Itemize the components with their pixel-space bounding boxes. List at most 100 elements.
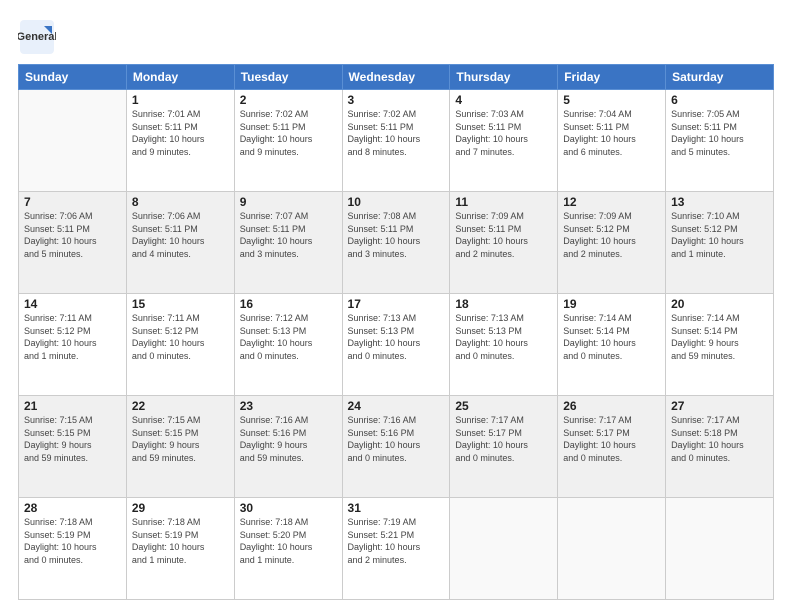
page: General SundayMondayTuesdayWednesdayThur… — [0, 0, 792, 612]
day-info: Sunrise: 7:06 AM Sunset: 5:11 PM Dayligh… — [24, 210, 121, 260]
day-info: Sunrise: 7:17 AM Sunset: 5:17 PM Dayligh… — [455, 414, 552, 464]
day-info: Sunrise: 7:08 AM Sunset: 5:11 PM Dayligh… — [348, 210, 445, 260]
day-number: 2 — [240, 93, 337, 107]
day-number: 3 — [348, 93, 445, 107]
calendar-cell: 29Sunrise: 7:18 AM Sunset: 5:19 PM Dayli… — [126, 498, 234, 600]
day-number: 27 — [671, 399, 768, 413]
calendar-cell: 18Sunrise: 7:13 AM Sunset: 5:13 PM Dayli… — [450, 294, 558, 396]
day-info: Sunrise: 7:11 AM Sunset: 5:12 PM Dayligh… — [24, 312, 121, 362]
column-header-thursday: Thursday — [450, 65, 558, 90]
day-info: Sunrise: 7:19 AM Sunset: 5:21 PM Dayligh… — [348, 516, 445, 566]
column-header-friday: Friday — [558, 65, 666, 90]
column-header-wednesday: Wednesday — [342, 65, 450, 90]
calendar-cell: 19Sunrise: 7:14 AM Sunset: 5:14 PM Dayli… — [558, 294, 666, 396]
day-number: 9 — [240, 195, 337, 209]
day-info: Sunrise: 7:03 AM Sunset: 5:11 PM Dayligh… — [455, 108, 552, 158]
logo-icon: General — [18, 18, 56, 56]
column-header-saturday: Saturday — [666, 65, 774, 90]
calendar-cell: 30Sunrise: 7:18 AM Sunset: 5:20 PM Dayli… — [234, 498, 342, 600]
day-info: Sunrise: 7:17 AM Sunset: 5:18 PM Dayligh… — [671, 414, 768, 464]
calendar-cell: 9Sunrise: 7:07 AM Sunset: 5:11 PM Daylig… — [234, 192, 342, 294]
calendar-cell: 7Sunrise: 7:06 AM Sunset: 5:11 PM Daylig… — [19, 192, 127, 294]
calendar-cell: 1Sunrise: 7:01 AM Sunset: 5:11 PM Daylig… — [126, 90, 234, 192]
day-number: 22 — [132, 399, 229, 413]
day-number: 11 — [455, 195, 552, 209]
calendar-cell: 14Sunrise: 7:11 AM Sunset: 5:12 PM Dayli… — [19, 294, 127, 396]
day-info: Sunrise: 7:09 AM Sunset: 5:12 PM Dayligh… — [563, 210, 660, 260]
day-info: Sunrise: 7:14 AM Sunset: 5:14 PM Dayligh… — [563, 312, 660, 362]
day-number: 18 — [455, 297, 552, 311]
calendar-cell: 12Sunrise: 7:09 AM Sunset: 5:12 PM Dayli… — [558, 192, 666, 294]
day-number: 30 — [240, 501, 337, 515]
day-number: 21 — [24, 399, 121, 413]
calendar-cell: 2Sunrise: 7:02 AM Sunset: 5:11 PM Daylig… — [234, 90, 342, 192]
calendar-cell: 17Sunrise: 7:13 AM Sunset: 5:13 PM Dayli… — [342, 294, 450, 396]
day-number: 31 — [348, 501, 445, 515]
calendar-cell: 16Sunrise: 7:12 AM Sunset: 5:13 PM Dayli… — [234, 294, 342, 396]
day-number: 10 — [348, 195, 445, 209]
day-number: 29 — [132, 501, 229, 515]
day-info: Sunrise: 7:02 AM Sunset: 5:11 PM Dayligh… — [240, 108, 337, 158]
day-number: 5 — [563, 93, 660, 107]
day-info: Sunrise: 7:16 AM Sunset: 5:16 PM Dayligh… — [348, 414, 445, 464]
calendar-cell: 5Sunrise: 7:04 AM Sunset: 5:11 PM Daylig… — [558, 90, 666, 192]
calendar-cell: 15Sunrise: 7:11 AM Sunset: 5:12 PM Dayli… — [126, 294, 234, 396]
day-number: 13 — [671, 195, 768, 209]
header: General — [18, 18, 774, 56]
day-number: 28 — [24, 501, 121, 515]
day-info: Sunrise: 7:15 AM Sunset: 5:15 PM Dayligh… — [132, 414, 229, 464]
calendar-cell: 6Sunrise: 7:05 AM Sunset: 5:11 PM Daylig… — [666, 90, 774, 192]
day-info: Sunrise: 7:12 AM Sunset: 5:13 PM Dayligh… — [240, 312, 337, 362]
calendar-cell: 4Sunrise: 7:03 AM Sunset: 5:11 PM Daylig… — [450, 90, 558, 192]
day-info: Sunrise: 7:14 AM Sunset: 5:14 PM Dayligh… — [671, 312, 768, 362]
day-number: 4 — [455, 93, 552, 107]
day-info: Sunrise: 7:13 AM Sunset: 5:13 PM Dayligh… — [348, 312, 445, 362]
day-number: 12 — [563, 195, 660, 209]
day-info: Sunrise: 7:13 AM Sunset: 5:13 PM Dayligh… — [455, 312, 552, 362]
day-info: Sunrise: 7:18 AM Sunset: 5:20 PM Dayligh… — [240, 516, 337, 566]
calendar-cell — [558, 498, 666, 600]
day-number: 1 — [132, 93, 229, 107]
day-info: Sunrise: 7:09 AM Sunset: 5:11 PM Dayligh… — [455, 210, 552, 260]
day-number: 14 — [24, 297, 121, 311]
day-info: Sunrise: 7:16 AM Sunset: 5:16 PM Dayligh… — [240, 414, 337, 464]
day-info: Sunrise: 7:04 AM Sunset: 5:11 PM Dayligh… — [563, 108, 660, 158]
calendar-cell — [450, 498, 558, 600]
day-number: 24 — [348, 399, 445, 413]
calendar-cell — [666, 498, 774, 600]
calendar-cell: 27Sunrise: 7:17 AM Sunset: 5:18 PM Dayli… — [666, 396, 774, 498]
day-number: 6 — [671, 93, 768, 107]
calendar-cell: 23Sunrise: 7:16 AM Sunset: 5:16 PM Dayli… — [234, 396, 342, 498]
column-header-tuesday: Tuesday — [234, 65, 342, 90]
calendar-cell: 31Sunrise: 7:19 AM Sunset: 5:21 PM Dayli… — [342, 498, 450, 600]
calendar-cell: 26Sunrise: 7:17 AM Sunset: 5:17 PM Dayli… — [558, 396, 666, 498]
calendar-cell: 21Sunrise: 7:15 AM Sunset: 5:15 PM Dayli… — [19, 396, 127, 498]
day-number: 20 — [671, 297, 768, 311]
logo: General — [18, 18, 58, 56]
calendar-cell: 28Sunrise: 7:18 AM Sunset: 5:19 PM Dayli… — [19, 498, 127, 600]
day-number: 7 — [24, 195, 121, 209]
day-info: Sunrise: 7:17 AM Sunset: 5:17 PM Dayligh… — [563, 414, 660, 464]
day-number: 25 — [455, 399, 552, 413]
day-info: Sunrise: 7:10 AM Sunset: 5:12 PM Dayligh… — [671, 210, 768, 260]
day-info: Sunrise: 7:06 AM Sunset: 5:11 PM Dayligh… — [132, 210, 229, 260]
column-header-monday: Monday — [126, 65, 234, 90]
calendar-cell: 8Sunrise: 7:06 AM Sunset: 5:11 PM Daylig… — [126, 192, 234, 294]
calendar-cell: 22Sunrise: 7:15 AM Sunset: 5:15 PM Dayli… — [126, 396, 234, 498]
day-number: 26 — [563, 399, 660, 413]
day-number: 15 — [132, 297, 229, 311]
day-number: 19 — [563, 297, 660, 311]
day-number: 16 — [240, 297, 337, 311]
day-number: 23 — [240, 399, 337, 413]
day-info: Sunrise: 7:11 AM Sunset: 5:12 PM Dayligh… — [132, 312, 229, 362]
day-info: Sunrise: 7:07 AM Sunset: 5:11 PM Dayligh… — [240, 210, 337, 260]
svg-text:General: General — [18, 31, 56, 43]
day-info: Sunrise: 7:15 AM Sunset: 5:15 PM Dayligh… — [24, 414, 121, 464]
calendar-cell: 20Sunrise: 7:14 AM Sunset: 5:14 PM Dayli… — [666, 294, 774, 396]
column-header-sunday: Sunday — [19, 65, 127, 90]
day-info: Sunrise: 7:02 AM Sunset: 5:11 PM Dayligh… — [348, 108, 445, 158]
calendar-cell: 13Sunrise: 7:10 AM Sunset: 5:12 PM Dayli… — [666, 192, 774, 294]
calendar-cell: 10Sunrise: 7:08 AM Sunset: 5:11 PM Dayli… — [342, 192, 450, 294]
calendar-cell — [19, 90, 127, 192]
day-info: Sunrise: 7:18 AM Sunset: 5:19 PM Dayligh… — [24, 516, 121, 566]
